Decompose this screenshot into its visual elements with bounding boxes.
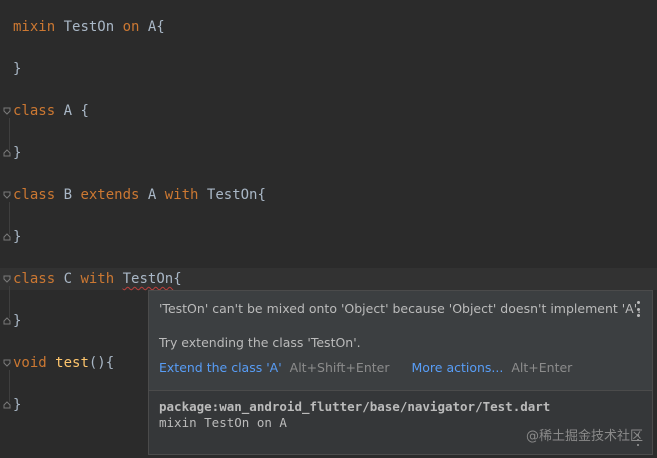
watermark: @稀土掘金技术社区 (525, 429, 643, 444)
keyword: void (13, 355, 47, 371)
code-line[interactable]: class B extends A with TestOn{ (13, 184, 266, 206)
documentation-section: package:wan_android_flutter/base/navigat… (149, 391, 652, 454)
keyword: on (122, 19, 140, 35)
fold-end-icon[interactable] (3, 233, 11, 241)
fold-end-icon[interactable] (3, 401, 11, 409)
error-message: 'TestOn' can't be mixed onto 'Object' be… (159, 301, 642, 316)
function-name: test (55, 355, 89, 371)
code-text: } (13, 397, 22, 413)
code-text: } (13, 61, 22, 77)
code-line[interactable]: } (13, 310, 21, 332)
code-text: TestOn (55, 19, 123, 35)
code-line[interactable]: } (13, 394, 21, 416)
error-highlight[interactable]: TestOn (123, 271, 174, 287)
fold-collapse-icon[interactable] (3, 191, 11, 199)
fold-guide (9, 202, 10, 234)
keyword: class (13, 187, 56, 203)
keyword: with (80, 271, 115, 287)
code-text: C (55, 271, 81, 287)
error-section: 'TestOn' can't be mixed onto 'Object' be… (149, 291, 652, 391)
code-line[interactable]: } (13, 142, 21, 164)
shortcut-hint: Alt+Enter (511, 360, 573, 375)
keyword: mixin (13, 19, 56, 35)
fold-end-icon[interactable] (3, 149, 11, 157)
fold-collapse-icon[interactable] (3, 275, 11, 283)
fold-collapse-icon[interactable] (3, 107, 11, 115)
more-actions-link[interactable]: More actions... (411, 360, 503, 375)
code-text: } (13, 145, 22, 161)
code-line[interactable]: } (13, 226, 21, 248)
keyword: class (13, 103, 56, 119)
doc-declaration: mixin TestOn on A (159, 415, 287, 430)
code-text: } (13, 313, 22, 329)
code-text: { (173, 271, 182, 287)
keyword: class (13, 271, 56, 287)
code-line[interactable]: void test(){ (13, 352, 114, 374)
code-line[interactable]: class A { (13, 100, 89, 122)
shortcut-hint: Alt+Shift+Enter (289, 360, 390, 375)
code-text: A{ (139, 19, 165, 35)
keyword: with (164, 187, 199, 203)
code-text: B (55, 187, 81, 203)
code-text: (){ (88, 355, 115, 371)
code-line[interactable]: mixin TestOn on A{ (13, 16, 165, 38)
fold-guide (9, 370, 10, 402)
fold-guide (9, 286, 10, 318)
fix-suggestion: Try extending the class 'TestOn'. (159, 335, 361, 350)
fold-collapse-icon[interactable] (3, 359, 11, 367)
code-text: } (13, 229, 22, 245)
extend-class-action-link[interactable]: Extend the class 'A' (159, 360, 282, 375)
code-text: A { (55, 103, 89, 119)
code-text: TestOn{ (198, 187, 266, 203)
fold-guide (9, 118, 10, 150)
code-line[interactable]: } (13, 58, 21, 80)
quick-fix-actions: Extend the class 'A' Alt+Shift+Enter More … (159, 360, 572, 375)
keyword: extends (80, 187, 140, 203)
fold-end-icon[interactable] (3, 317, 11, 325)
doc-package-path[interactable]: package:wan_android_flutter/base/navigat… (159, 399, 550, 414)
code-line[interactable]: class C with TestOn{ (13, 268, 182, 290)
kebab-menu-icon[interactable] (634, 301, 642, 317)
code-text: A (139, 187, 165, 203)
